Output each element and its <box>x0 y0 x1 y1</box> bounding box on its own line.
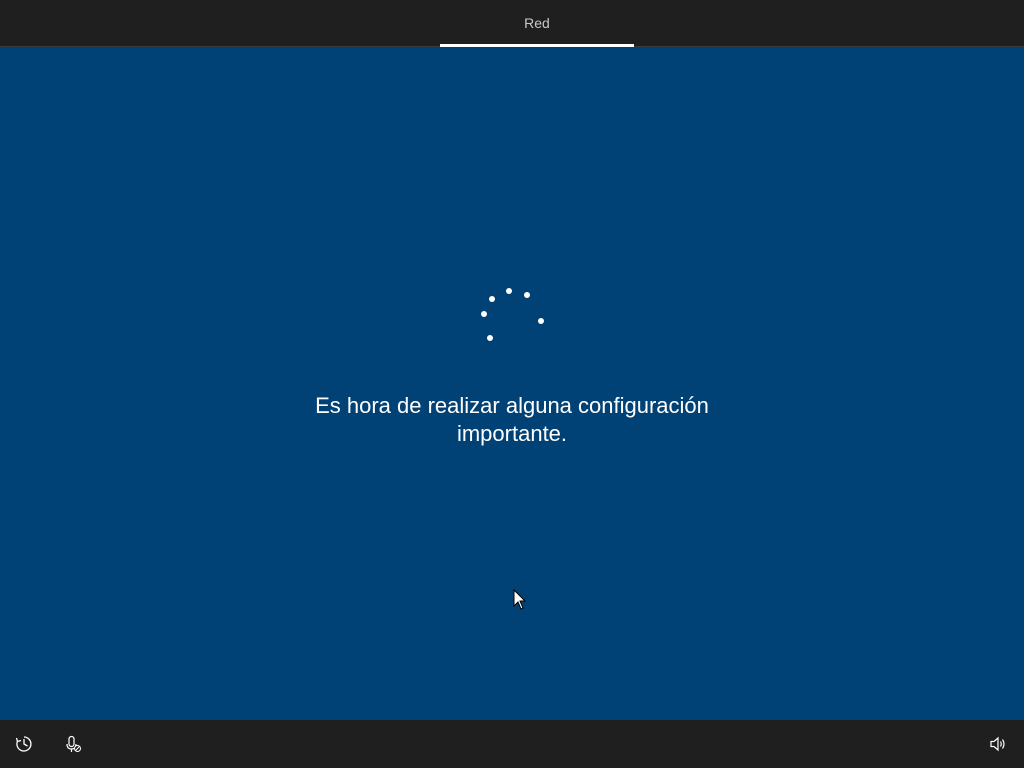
volume-icon[interactable] <box>987 733 1009 755</box>
mouse-cursor-icon <box>513 589 527 610</box>
step-label: Red <box>524 15 550 31</box>
setup-message: Es hora de realizar alguna configuración… <box>315 393 709 446</box>
setup-steps-bar: Red <box>0 0 1024 47</box>
accessibility-icon[interactable] <box>13 733 35 755</box>
active-step-indicator <box>440 44 634 47</box>
step-tab-red: Red <box>440 0 634 46</box>
bottom-toolbar <box>0 720 1024 768</box>
microphone-muted-icon[interactable] <box>62 733 84 755</box>
loading-dots-icon <box>476 282 548 346</box>
oobe-screen: Red Es hora de realizar alguna configura… <box>0 0 1024 768</box>
